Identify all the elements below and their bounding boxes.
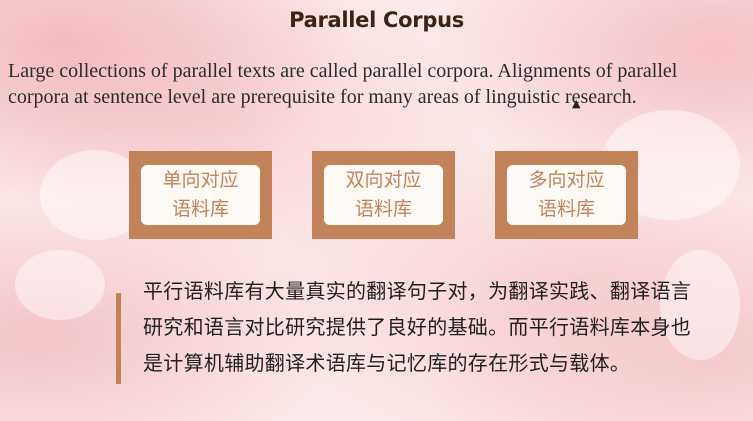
slide-title: Parallel Corpus bbox=[289, 8, 464, 32]
card-label: 双向对应 语料库 bbox=[324, 165, 443, 225]
card-two-way-corpus: 双向对应 语料库 bbox=[312, 151, 455, 239]
mouse-cursor-icon: ▲ bbox=[572, 97, 581, 110]
card-label-line1: 单向对应 bbox=[162, 169, 239, 191]
card-label: 单向对应 语料库 bbox=[141, 165, 260, 225]
card-one-way-corpus: 单向对应 语料库 bbox=[129, 151, 272, 239]
card-label: 多向对应 语料库 bbox=[507, 165, 626, 225]
description-paragraph: 平行语料库有大量真实的翻译句子对，为翻译实践、翻译语言研究和语言对比研究提供了良… bbox=[143, 279, 692, 375]
card-multi-way-corpus: 多向对应 语料库 bbox=[495, 151, 638, 239]
card-label-line2: 语料库 bbox=[354, 198, 412, 220]
card-label-line1: 多向对应 bbox=[528, 169, 605, 191]
quote-accent-bar bbox=[116, 293, 121, 384]
card-label-line1: 双向对应 bbox=[345, 169, 422, 191]
card-label-line2: 语料库 bbox=[537, 198, 595, 220]
card-label-line2: 语料库 bbox=[171, 198, 229, 220]
background-petal bbox=[15, 250, 105, 320]
intro-paragraph: Large collections of parallel texts are … bbox=[8, 60, 678, 108]
